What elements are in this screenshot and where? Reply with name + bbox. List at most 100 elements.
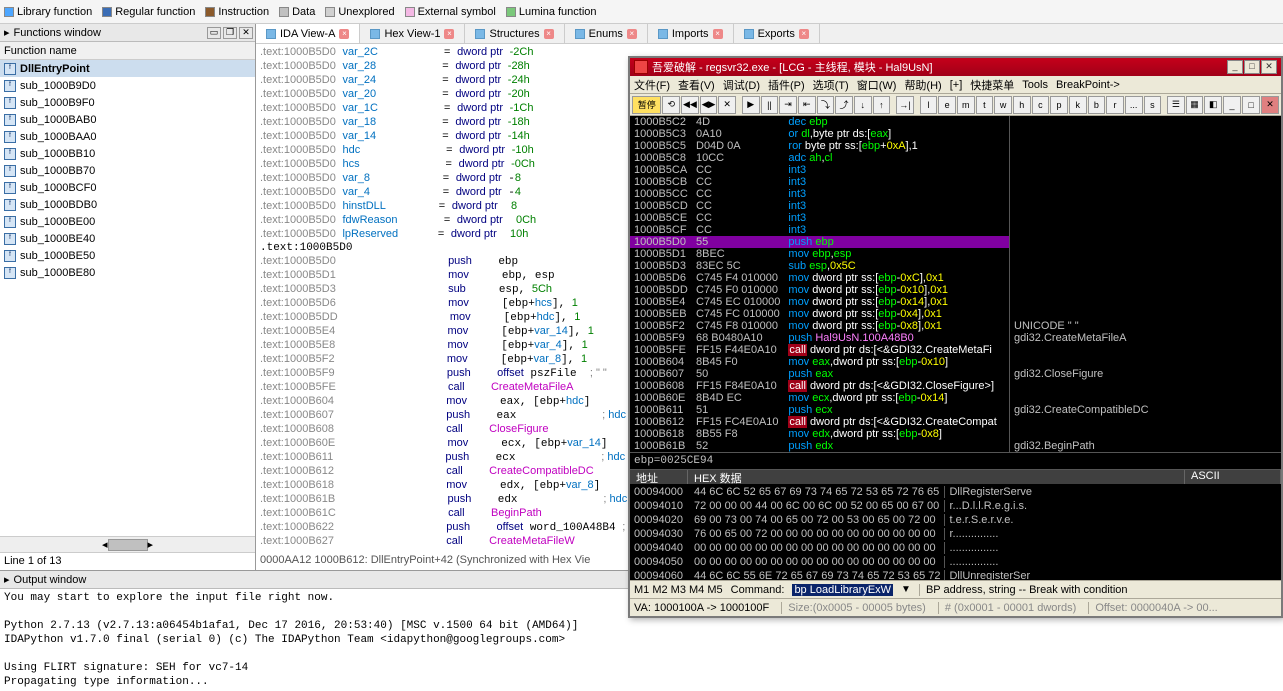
pause-button[interactable]: 暂停 xyxy=(632,96,661,114)
tab-close-icon[interactable]: × xyxy=(627,29,637,39)
olly-disasm-row[interactable]: 1000B60E8B4D ECmov ecx,dword ptr ss:[ebp… xyxy=(630,392,1009,404)
olly-disasm-row[interactable]: 1000B5D18BECmov ebp,esp xyxy=(630,248,1009,260)
toolbar-button[interactable]: ✕ xyxy=(718,96,736,114)
functions-column-header[interactable]: Function name xyxy=(0,42,255,60)
dump-row[interactable]: 0009401072 00 00 00 44 00 6C 00 6C 00 52… xyxy=(632,500,1040,512)
olly-disasm-row[interactable]: 1000B60750push eax xyxy=(630,368,1009,380)
toolbar-button[interactable]: ⤵ xyxy=(817,96,835,114)
olly-disasm-row[interactable]: 1000B6048B45 F0mov eax,dword ptr ss:[ebp… xyxy=(630,356,1009,368)
dump-row[interactable]: 0009402069 00 73 00 74 00 65 00 72 00 53… xyxy=(632,514,1040,526)
function-row[interactable]: fsub_1000BAA0 xyxy=(0,128,255,145)
toolbar-button[interactable]: ↑ xyxy=(873,96,891,114)
ida-tab[interactable]: Structures× xyxy=(465,24,564,43)
ollydbg-window[interactable]: 吾爱破解 - regsvr32.exe - [LCG - 主线程, 模块 - H… xyxy=(628,56,1283,618)
olly-disasm-row[interactable]: 1000B5D6C745 F4 010000mov dword ptr ss:[… xyxy=(630,272,1009,284)
toolbar-button[interactable]: ◧ xyxy=(1204,96,1222,114)
tab-close-icon[interactable]: × xyxy=(544,29,554,39)
toolbar-button[interactable]: || xyxy=(761,96,779,114)
olly-disasm-row[interactable]: 1000B5DDC745 F0 010000mov dword ptr ss:[… xyxy=(630,284,1009,296)
olly-disasm-row[interactable]: 1000B5FEFF15 F44E0A10call dword ptr ds:[… xyxy=(630,344,1009,356)
menu-item[interactable]: [+] xyxy=(950,79,963,91)
olly-disasm-row[interactable]: 1000B5C5D04D 0Aror byte ptr ss:[ebp+0xA]… xyxy=(630,140,1009,152)
dock-button[interactable]: ▭ xyxy=(207,27,221,39)
toolbar-letter-button[interactable]: m xyxy=(957,96,975,114)
minimize-button[interactable]: _ xyxy=(1227,60,1243,74)
menu-item[interactable]: BreakPoint-> xyxy=(1056,79,1120,91)
ida-tab[interactable]: Imports× xyxy=(648,24,734,43)
tab-close-icon[interactable]: × xyxy=(444,29,454,39)
toolbar-button[interactable]: ◀▶ xyxy=(700,96,718,114)
mdi-button[interactable]: ✕ xyxy=(1261,96,1279,114)
olly-disasm-row[interactable]: 1000B5CACCint3 xyxy=(630,164,1009,176)
tab-close-icon[interactable]: × xyxy=(339,29,349,39)
ida-tab[interactable]: Exports× xyxy=(734,24,820,43)
menu-item[interactable]: 快捷菜单 xyxy=(970,77,1014,93)
menu-item[interactable]: 调试(D) xyxy=(723,77,760,93)
olly-disasm-row[interactable]: 1000B61B52push edx xyxy=(630,440,1009,452)
menu-item[interactable]: 帮助(H) xyxy=(904,77,941,93)
toolbar-letter-button[interactable]: s xyxy=(1144,96,1162,114)
olly-disasm-row[interactable]: 1000B5F968 B0480A10push Hal9UsN.100A48B0 xyxy=(630,332,1009,344)
olly-disasm-row[interactable]: 1000B5C810CCadc ah,cl xyxy=(630,152,1009,164)
olly-disasm-row[interactable]: 1000B5CDCCint3 xyxy=(630,200,1009,212)
olly-disasm-row[interactable]: 1000B61151push ecx xyxy=(630,404,1009,416)
disclosure-icon[interactable]: ▸ xyxy=(4,26,10,39)
olly-disasm-row[interactable]: 1000B5CFCCint3 xyxy=(630,224,1009,236)
toolbar-letter-button[interactable]: b xyxy=(1088,96,1106,114)
toolbar-letter-button[interactable]: e xyxy=(938,96,956,114)
toolbar-button[interactable]: ▦ xyxy=(1186,96,1204,114)
close-button[interactable]: ✕ xyxy=(239,27,253,39)
functions-scrollbar[interactable]: ◂▸ xyxy=(0,536,255,552)
toolbar-button[interactable]: ⤴ xyxy=(835,96,853,114)
function-row[interactable]: fsub_1000B9D0 xyxy=(0,77,255,94)
olly-disasm-row[interactable]: 1000B5EBC745 FC 010000mov dword ptr ss:[… xyxy=(630,308,1009,320)
menu-item[interactable]: 插件(P) xyxy=(768,77,805,93)
maximize-button[interactable]: □ xyxy=(1244,60,1260,74)
function-row[interactable]: fsub_1000BE80 xyxy=(0,264,255,281)
olly-disasm-row[interactable]: 1000B5E4C745 EC 010000mov dword ptr ss:[… xyxy=(630,296,1009,308)
disclosure-icon[interactable]: ▸ xyxy=(4,573,10,586)
menu-item[interactable]: 选项(T) xyxy=(813,77,849,93)
toolbar-letter-button[interactable]: p xyxy=(1050,96,1068,114)
toolbar-letter-button[interactable]: r xyxy=(1106,96,1124,114)
olly-menubar[interactable]: 文件(F) 查看(V) 调试(D) 插件(P) 选项(T) 窗口(W) 帮助(H) [+] 快捷… xyxy=(630,76,1281,94)
olly-disasm-row[interactable]: 1000B5D383EC 5Csub esp,0x5C xyxy=(630,260,1009,272)
function-row[interactable]: fsub_1000BE50 xyxy=(0,247,255,264)
olly-marks[interactable]: M1 M2 M3 M4 M5 xyxy=(634,584,723,596)
function-row[interactable]: fDllEntryPoint xyxy=(0,60,255,77)
toolbar-button[interactable]: ⟲ xyxy=(662,96,680,114)
mdi-button[interactable]: _ xyxy=(1223,96,1241,114)
toolbar-letter-button[interactable]: l xyxy=(920,96,938,114)
olly-disasm-row[interactable]: 1000B5CCCCint3 xyxy=(630,188,1009,200)
tab-close-icon[interactable]: × xyxy=(713,29,723,39)
function-row[interactable]: fsub_1000BDB0 xyxy=(0,196,255,213)
olly-disasm-row[interactable]: 1000B612FF15 FC4E0A10call dword ptr ds:[… xyxy=(630,416,1009,428)
olly-toolbar[interactable]: 暂停⟲◀◀◀▶✕▶||⇥⇤⤵⤴↓↑→|lemtwhcpkbr...s☰▦◧_□✕ xyxy=(630,94,1281,116)
function-row[interactable]: fsub_1000BE00 xyxy=(0,213,255,230)
olly-disasm-row[interactable]: 1000B5F2C745 F8 010000mov dword ptr ss:[… xyxy=(630,320,1009,332)
dump-row[interactable]: 0009403076 00 65 00 72 00 00 00 00 00 00… xyxy=(632,528,1040,540)
menu-item[interactable]: 文件(F) xyxy=(634,77,670,93)
toolbar-button[interactable]: ☰ xyxy=(1167,96,1185,114)
olly-disasm-row[interactable]: 1000B608FF15 F84E0A10call dword ptr ds:[… xyxy=(630,380,1009,392)
ida-tab[interactable]: IDA View-A× xyxy=(256,24,360,43)
toolbar-letter-button[interactable]: ... xyxy=(1125,96,1143,114)
menu-item[interactable]: 查看(V) xyxy=(678,77,715,93)
toolbar-letter-button[interactable]: k xyxy=(1069,96,1087,114)
close-button[interactable]: ✕ xyxy=(1261,60,1277,74)
function-row[interactable]: fsub_1000BAB0 xyxy=(0,111,255,128)
toolbar-button[interactable]: ◀◀ xyxy=(681,96,699,114)
toolbar-letter-button[interactable]: h xyxy=(1013,96,1031,114)
ida-tab[interactable]: Enums× xyxy=(565,24,648,43)
function-row[interactable]: fsub_1000BE40 xyxy=(0,230,255,247)
olly-disasm-row[interactable]: 1000B5CBCCint3 xyxy=(630,176,1009,188)
dump-row[interactable]: 0009404000 00 00 00 00 00 00 00 00 00 00… xyxy=(632,542,1040,554)
function-row[interactable]: fsub_1000B9F0 xyxy=(0,94,255,111)
toolbar-letter-button[interactable]: t xyxy=(976,96,994,114)
mdi-button[interactable]: □ xyxy=(1242,96,1260,114)
olly-disasm-row[interactable]: 1000B5CECCint3 xyxy=(630,212,1009,224)
menu-item[interactable]: 窗口(W) xyxy=(857,77,897,93)
olly-disasm-row[interactable]: 1000B6188B55 F8mov edx,dword ptr ss:[ebp… xyxy=(630,428,1009,440)
olly-disasm-row[interactable]: 1000B5C24Ddec ebp xyxy=(630,116,1009,128)
function-row[interactable]: fsub_1000BCF0 xyxy=(0,179,255,196)
